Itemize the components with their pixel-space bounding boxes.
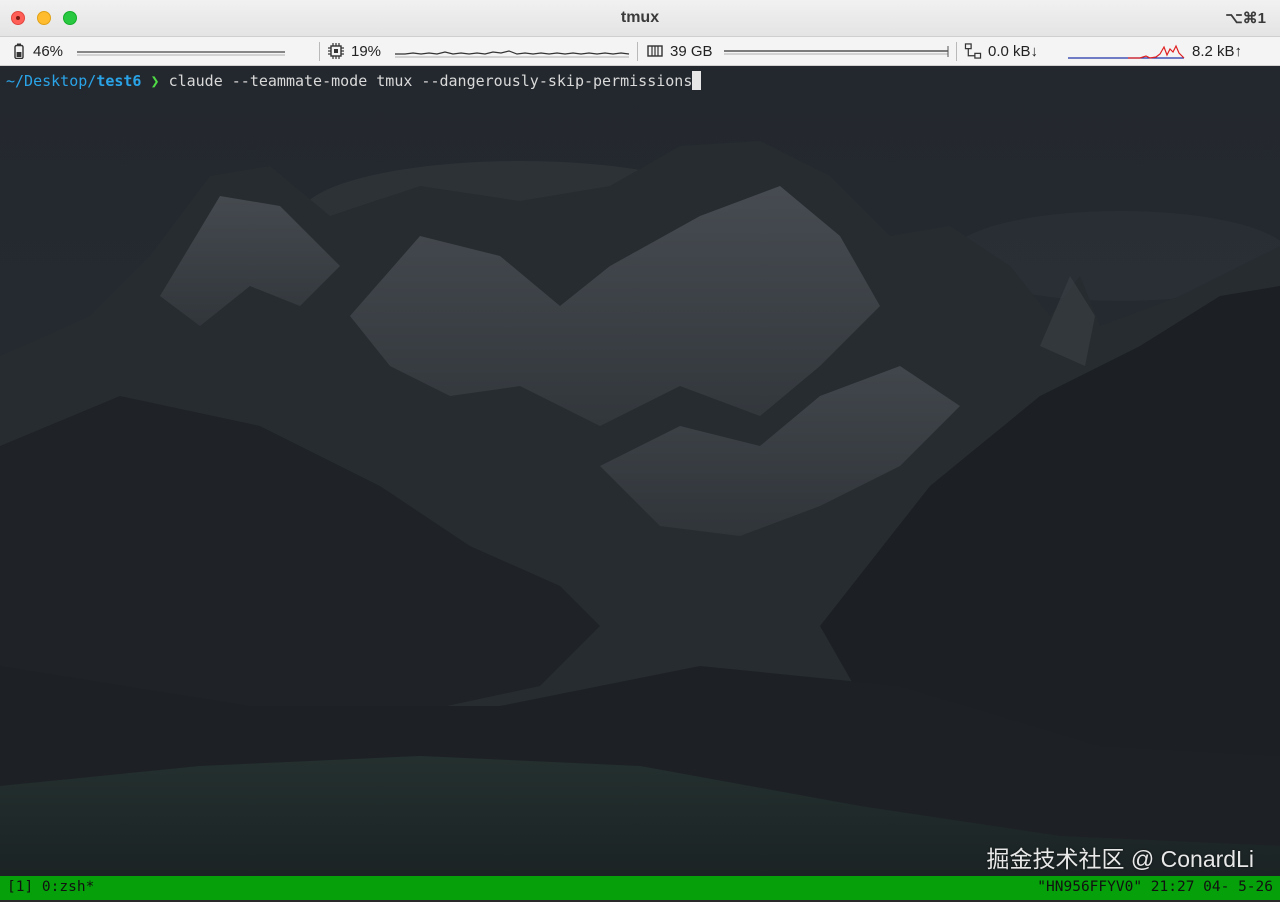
stats-divider xyxy=(319,42,320,61)
prompt-path: ~/Desktop/ xyxy=(6,72,97,90)
title-bar: tmux ⌥⌘1 xyxy=(0,0,1280,37)
memory-graph xyxy=(724,46,949,57)
terminal-window: tmux ⌥⌘1 46% 19% 39 GB 0.0 kB↓ 8.2 kB↑ ~… xyxy=(0,0,1280,902)
window-shortcut-label: ⌥⌘1 xyxy=(1225,10,1266,27)
memory-usage: 39 GB xyxy=(670,43,713,60)
battery-graph xyxy=(77,51,285,56)
stats-divider xyxy=(956,42,957,61)
battery-percent: 46% xyxy=(33,43,64,60)
shell-prompt-line[interactable]: ~/Desktop/test6 ❯ claude --teammate-mode… xyxy=(6,71,702,90)
watermark: 掘金技术社区 @ ConardLi xyxy=(986,846,1254,872)
network-download-rate: 0.0 kB↓ xyxy=(988,43,1039,60)
network-upload-rate: 8.2 kB↑ xyxy=(1192,43,1243,60)
network-icon xyxy=(964,43,982,59)
tmux-status-right: "HN956FFYV0" 21:27 04- 5-26 xyxy=(1037,879,1273,895)
command-input[interactable]: claude --teammate-mode tmux --dangerousl… xyxy=(169,72,693,90)
stats-divider xyxy=(637,42,638,61)
tmux-window-list[interactable]: [1] 0:zsh* xyxy=(7,879,94,895)
prompt-arrow-icon: ❯ xyxy=(150,72,160,90)
cpu-chip-icon xyxy=(328,43,344,59)
network-graph xyxy=(1068,44,1185,59)
cpu-percent: 19% xyxy=(351,43,382,60)
battery-icon xyxy=(14,43,24,59)
terminal-pane[interactable]: ~/Desktop/test6 ❯ claude --teammate-mode… xyxy=(0,66,1280,876)
tmux-status-bar: [1] 0:zsh* "HN956FFYV0" 21:27 04- 5-26 xyxy=(0,876,1280,900)
prompt-directory: test6 xyxy=(96,72,142,90)
system-stats-bar: 46% 19% 39 GB 0.0 kB↓ 8.2 kB↑ xyxy=(0,37,1280,66)
memory-icon xyxy=(647,45,663,57)
window-title: tmux xyxy=(620,9,660,26)
cpu-graph xyxy=(395,50,630,58)
mountain-wallpaper xyxy=(0,66,1280,876)
text-cursor xyxy=(692,71,702,90)
